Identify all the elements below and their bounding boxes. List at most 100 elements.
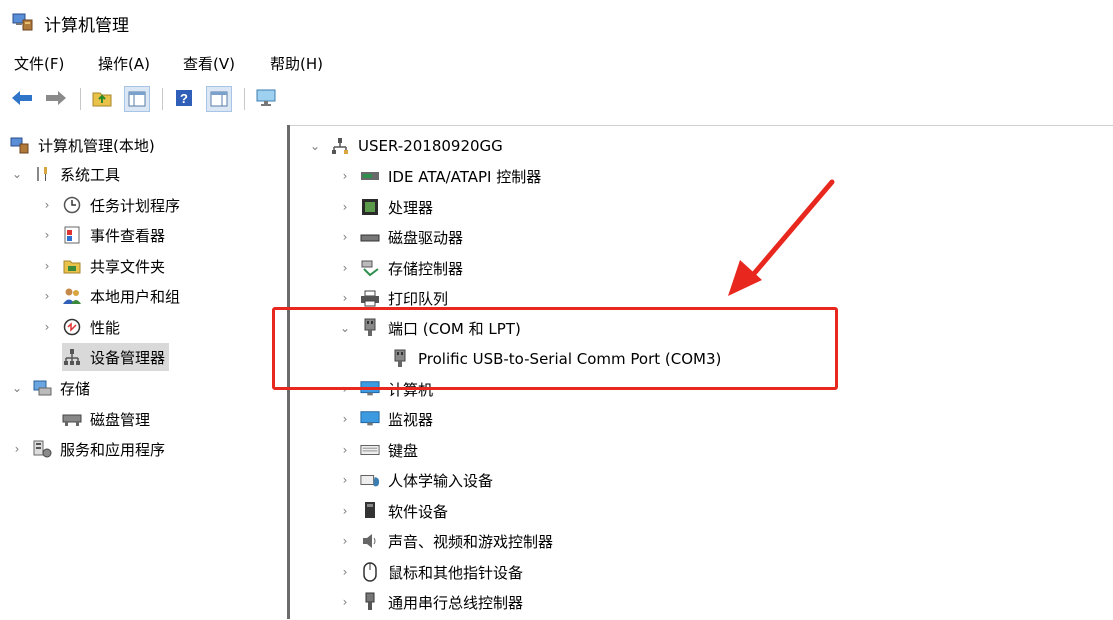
chevron-right-icon[interactable]: ›: [40, 259, 54, 273]
chevron-right-icon[interactable]: ›: [338, 443, 352, 457]
chevron-right-icon[interactable]: ›: [338, 382, 352, 396]
computer-monitor-icon[interactable]: [254, 86, 278, 110]
device-category-print-queues[interactable]: › 打印队列: [338, 284, 448, 312]
processor-icon: [360, 197, 380, 217]
printer-icon: [360, 288, 380, 308]
up-folder-icon[interactable]: [90, 86, 114, 110]
toolbar: ?: [0, 84, 1113, 114]
tree-item-shared-folders[interactable]: › 共享文件夹: [40, 252, 165, 280]
chevron-right-icon[interactable]: ›: [338, 261, 352, 275]
tree-item-local-users[interactable]: › 本地用户和组: [40, 282, 180, 310]
tree-label: 磁盘驱动器: [388, 228, 464, 247]
tree-label: 通用串行总线控制器: [388, 593, 524, 612]
tree-label: 监视器: [388, 410, 434, 429]
device-port-com3[interactable]: Prolific USB-to-Serial Comm Port (COM3): [390, 345, 721, 373]
tree-root-computer-management[interactable]: 计算机管理(本地): [10, 131, 155, 159]
chevron-right-icon[interactable]: ›: [10, 442, 24, 456]
forward-arrow-icon[interactable]: [44, 86, 68, 110]
disk-drive-icon: [360, 227, 380, 247]
device-category-ports[interactable]: ⌄ 端口 (COM 和 LPT): [338, 314, 521, 342]
console-tree: 计算机管理(本地) ⌄ 系统工具 › 任务计划程序 › 事件查看器 › 共享文件…: [0, 125, 287, 619]
device-category-usb[interactable]: › 通用串行总线控制器: [338, 588, 523, 616]
back-arrow-icon[interactable]: [10, 86, 34, 110]
chevron-right-icon[interactable]: ›: [338, 595, 352, 609]
tree-label: USER-20180920GG: [358, 137, 503, 155]
device-tree-root[interactable]: ⌄ USER-20180920GG: [308, 132, 503, 160]
device-category-audio[interactable]: › 声音、视频和游戏控制器: [338, 527, 553, 555]
tree-item-performance[interactable]: › 性能: [40, 313, 120, 341]
menu-action[interactable]: 操作(A): [98, 53, 150, 74]
toolbar-separator: [80, 88, 81, 110]
tree-item-device-manager[interactable]: 设备管理器: [62, 343, 170, 371]
show-hide-tree-icon[interactable]: [124, 86, 150, 112]
tree-item-services-apps[interactable]: › 服务和应用程序: [10, 435, 165, 463]
chevron-right-icon[interactable]: ›: [338, 412, 352, 426]
tree-item-event-viewer[interactable]: › 事件查看器: [40, 221, 165, 249]
storage-icon: [32, 378, 52, 398]
tree-item-system-tools[interactable]: ⌄ 系统工具: [10, 160, 120, 188]
performance-icon: [62, 317, 82, 337]
chevron-right-icon[interactable]: ›: [338, 230, 352, 244]
tree-label: IDE ATA/ATAPI 控制器: [388, 167, 542, 186]
tree-label: 计算机管理(本地): [38, 136, 155, 155]
properties-icon[interactable]: [206, 86, 232, 112]
help-icon[interactable]: ?: [172, 86, 196, 110]
menu-bar: 文件(F) 操作(A) 查看(V) 帮助(H): [0, 48, 1113, 78]
device-category-ide[interactable]: › IDE ATA/ATAPI 控制器: [338, 162, 542, 190]
event-viewer-icon: [62, 225, 82, 245]
chevron-down-icon[interactable]: ⌄: [10, 167, 24, 181]
chevron-right-icon[interactable]: ›: [40, 198, 54, 212]
toolbar-separator: [244, 88, 245, 110]
tree-item-storage[interactable]: ⌄ 存储: [10, 374, 90, 402]
device-category-computer[interactable]: › 计算机: [338, 375, 433, 403]
tree-label: 事件查看器: [90, 226, 166, 245]
tools-icon: [32, 164, 52, 184]
device-category-hid[interactable]: › 人体学输入设备: [338, 466, 493, 494]
ide-controller-icon: [360, 166, 380, 186]
chevron-right-icon[interactable]: ›: [338, 504, 352, 518]
menu-file[interactable]: 文件(F): [14, 53, 64, 74]
chevron-down-icon[interactable]: ⌄: [338, 321, 352, 335]
tree-label: 端口 (COM 和 LPT): [388, 319, 521, 338]
chevron-right-icon[interactable]: ›: [40, 289, 54, 303]
device-category-disk-drives[interactable]: › 磁盘驱动器: [338, 223, 463, 251]
clock-icon: [62, 195, 82, 215]
services-icon: [32, 439, 52, 459]
tree-item-disk-management[interactable]: 磁盘管理: [62, 405, 150, 433]
chevron-right-icon[interactable]: ›: [338, 565, 352, 579]
tree-label: 计算机: [388, 380, 434, 399]
chevron-right-icon[interactable]: ›: [338, 534, 352, 548]
tree-label: 任务计划程序: [90, 196, 181, 215]
chevron-right-icon[interactable]: ›: [338, 169, 352, 183]
device-category-processor[interactable]: › 处理器: [338, 193, 433, 221]
tree-label: 人体学输入设备: [388, 471, 494, 490]
chevron-right-icon[interactable]: ›: [338, 200, 352, 214]
window-title: 计算机管理: [44, 16, 129, 36]
port-connector-icon: [360, 318, 380, 338]
device-category-software-devices[interactable]: › 软件设备: [338, 497, 448, 525]
toolbar-separator: [162, 88, 163, 110]
chevron-right-icon[interactable]: ›: [40, 228, 54, 242]
menu-help[interactable]: 帮助(H): [270, 53, 323, 74]
device-category-mice[interactable]: › 鼠标和其他指针设备: [338, 558, 523, 586]
tree-item-task-scheduler[interactable]: › 任务计划程序: [40, 191, 180, 219]
device-category-storage-controllers[interactable]: › 存储控制器: [338, 254, 463, 282]
tree-label: 鼠标和其他指针设备: [388, 563, 524, 582]
menu-view[interactable]: 查看(V): [183, 53, 235, 74]
device-category-monitors[interactable]: › 监视器: [338, 405, 433, 433]
tree-label: 共享文件夹: [90, 257, 166, 276]
monitor-icon: [360, 409, 380, 429]
chevron-right-icon[interactable]: ›: [40, 320, 54, 334]
tree-label: 性能: [90, 318, 121, 337]
chevron-right-icon[interactable]: ›: [338, 291, 352, 305]
tree-label: 存储控制器: [388, 259, 464, 278]
tree-label: Prolific USB-to-Serial Comm Port (COM3): [418, 350, 722, 368]
tree-label: 设备管理器: [90, 348, 166, 367]
hid-icon: [360, 470, 380, 490]
chevron-down-icon[interactable]: ⌄: [308, 139, 322, 153]
chevron-right-icon[interactable]: ›: [338, 473, 352, 487]
chevron-down-icon[interactable]: ⌄: [10, 381, 24, 395]
tree-label: 打印队列: [388, 289, 449, 308]
device-category-keyboards[interactable]: › 键盘: [338, 436, 418, 464]
tree-label: 存储: [60, 379, 91, 398]
